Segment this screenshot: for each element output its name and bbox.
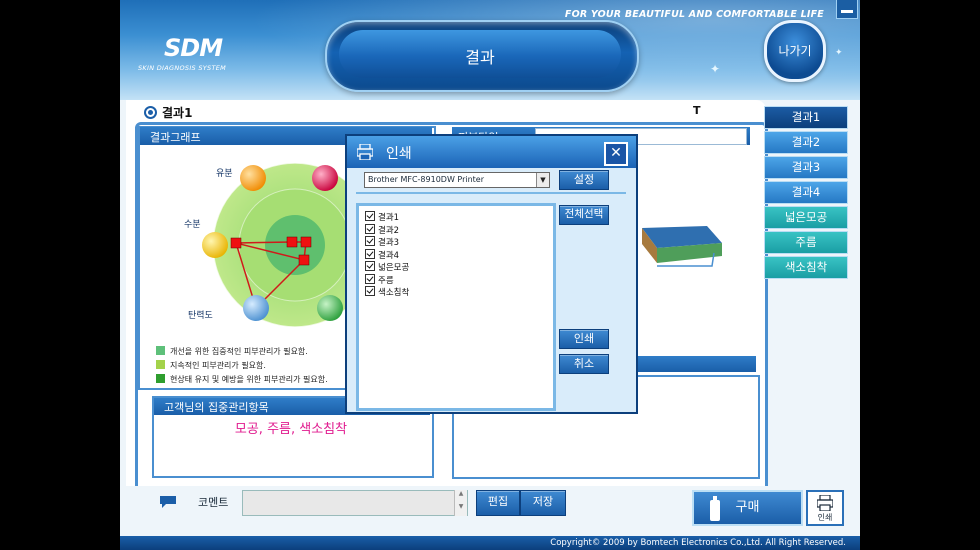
comment-scrollbar[interactable]: ▲ ▼ <box>454 490 467 516</box>
tab-1[interactable]: 결과2 <box>764 131 848 154</box>
checkbox-icon[interactable] <box>365 248 375 259</box>
elasticity-ball-icon <box>243 295 269 321</box>
comment-label: 코멘트 <box>198 496 229 509</box>
printer-settings-button[interactable]: 설정 <box>559 170 609 190</box>
logo-subtitle: SKIN DIAGNOSIS SYSTEM <box>138 64 227 72</box>
moisture-label: 수분 <box>184 219 201 230</box>
page-title: 결과 <box>465 48 495 67</box>
result-header: 결과1 <box>162 106 193 120</box>
print-item[interactable]: 결과2 <box>365 223 400 236</box>
page-title-pill: 결과 <box>325 20 639 92</box>
print-item-label: 주름 <box>378 275 394 286</box>
graph-point <box>300 236 312 248</box>
graph-point <box>230 237 242 249</box>
tab-3[interactable]: 결과4 <box>764 181 848 204</box>
printer-select-value: Brother MFC-8910DW Printer <box>368 175 485 184</box>
tab-5[interactable]: 주름 <box>764 231 848 254</box>
graph-point <box>298 254 310 266</box>
print-button[interactable]: 인쇄 <box>806 490 844 526</box>
legend-text: 지속적인 피부관리가 필요함. <box>170 361 266 370</box>
printer-icon <box>357 144 373 160</box>
chevron-down-icon[interactable]: ▼ <box>536 173 549 187</box>
tab-2[interactable]: 결과3 <box>764 156 848 179</box>
legend-item: 개선을 위한 집중적인 피부관리가 필요함. <box>156 346 308 357</box>
tab-0[interactable]: 결과1 <box>764 106 848 129</box>
checkbox-icon[interactable] <box>365 236 375 246</box>
scroll-down-icon[interactable]: ▼ <box>455 503 467 510</box>
graph-panel-title: 결과그래프 <box>150 131 201 144</box>
oil-label: 유분 <box>216 168 233 179</box>
tab-4[interactable]: 넓은모공 <box>764 206 848 229</box>
minimize-icon <box>841 10 853 13</box>
exit-button[interactable]: 나가기 <box>764 20 826 82</box>
checkbox-icon[interactable] <box>365 211 375 221</box>
edit-button[interactable]: 편집 <box>476 490 520 516</box>
slogan: FOR YOUR BEAUTIFUL AND COMFORTABLE LIFE <box>564 9 824 20</box>
print-dialog-title-bar: 인쇄 ✕ <box>347 136 636 168</box>
legend-text: 개선을 위한 집중적인 피부관리가 필요함. <box>170 347 308 356</box>
checkbox-icon[interactable] <box>365 273 375 284</box>
save-button[interactable]: 저장 <box>520 490 566 516</box>
dialog-divider <box>356 192 626 194</box>
legend-swatch <box>156 374 165 383</box>
checkbox-icon[interactable] <box>365 223 375 234</box>
legend-swatch <box>156 360 165 369</box>
print-item[interactable]: 결과3 <box>365 236 399 248</box>
scroll-up-icon[interactable]: ▲ <box>455 490 467 497</box>
focus-title: 고객님의 집중관리항목 <box>164 401 269 414</box>
print-item-label: 색소침착 <box>378 288 410 298</box>
dialog-print-button[interactable]: 인쇄 <box>559 329 609 349</box>
bottle-icon <box>710 496 720 521</box>
print-items-list: 결과1 결과2 결과3 결과4 넓은모공주름색소침착 <box>356 203 556 411</box>
sparkle-icon: ✦ <box>710 62 721 76</box>
printer-icon <box>817 495 833 511</box>
print-item[interactable]: 색소침착 <box>365 286 409 298</box>
focus-value: 모공, 주름, 색소침착 <box>234 422 348 437</box>
print-label: 인쇄 <box>817 513 833 522</box>
app-window: ✦ ✦ FOR YOUR BEAUTIFUL AND COMFORTABLE L… <box>120 0 860 550</box>
print-item-label: 넓은모공 <box>378 263 410 273</box>
logo: SDM <box>164 34 223 62</box>
tab-6[interactable]: 색소침착 <box>764 256 848 279</box>
legend-swatch <box>156 346 165 355</box>
checkbox-icon[interactable] <box>365 261 375 271</box>
t-label: T <box>693 104 701 117</box>
result-bullet-dot <box>148 110 153 115</box>
print-item-label: 결과2 <box>378 225 400 236</box>
sparkle-icon: ✦ <box>835 48 843 58</box>
legend-item: 현상태 유지 및 예방을 위한 피부관리가 필요함. <box>156 374 328 385</box>
printer-select[interactable]: Brother MFC-8910DW Printer ▼ <box>364 172 550 188</box>
oil-ball-icon <box>240 165 266 191</box>
moisture-ball-icon <box>202 232 228 258</box>
print-item[interactable]: 넓은모공 <box>365 261 409 273</box>
ball-icon <box>317 295 343 321</box>
select-all-button[interactable]: 전체선택 <box>559 205 609 225</box>
print-dialog-title: 인쇄 <box>386 146 412 162</box>
graph-point <box>286 236 298 248</box>
close-icon[interactable]: ✕ <box>604 142 628 166</box>
print-item-label: 결과3 <box>378 238 400 248</box>
legend-item: 지속적인 피부관리가 필요함. <box>156 360 266 371</box>
page-title-pill-inner: 결과 <box>339 30 621 78</box>
legend-text: 현상태 유지 및 예방을 위한 피부관리가 필요함. <box>170 375 328 384</box>
print-dialog: 인쇄 ✕ Brother MFC-8910DW Printer ▼ 설정 결과1… <box>345 134 638 414</box>
ball-icon <box>312 165 338 191</box>
print-item[interactable]: 결과1 <box>365 211 399 223</box>
dialog-cancel-button[interactable]: 취소 <box>559 354 609 374</box>
print-item[interactable]: 결과4 <box>365 248 400 261</box>
print-item[interactable]: 주름 <box>365 273 394 286</box>
buy-button[interactable]: 구매 <box>692 490 803 526</box>
comment-icon <box>160 496 176 508</box>
checkbox-icon[interactable] <box>365 286 375 296</box>
print-item-label: 결과1 <box>378 213 400 223</box>
copyright: Copyright© 2009 by Bomtech Electronics C… <box>550 538 846 548</box>
buy-label: 구매 <box>735 500 760 515</box>
print-item-label: 결과4 <box>378 250 400 261</box>
elasticity-label: 탄력도 <box>188 309 213 321</box>
comment-input[interactable] <box>242 490 468 516</box>
minimize-button[interactable] <box>836 0 858 19</box>
